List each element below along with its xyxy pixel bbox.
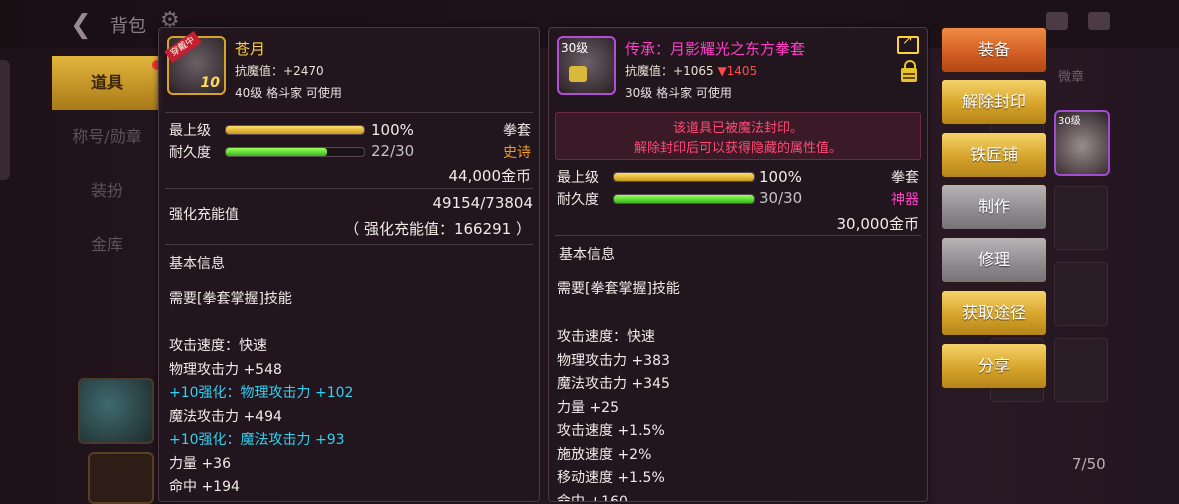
item-name: 苍月 [235,40,266,58]
stat-line: 魔法攻击力 +345 [557,376,670,392]
item-level-tag: 30级 [561,41,589,55]
grade-bar [613,172,755,182]
stat-line: 魔法攻击力 +494 [169,408,282,425]
basic-info-title: 基本信息 [169,256,225,272]
stat-line: 力量 +25 [557,399,619,416]
sidebar-item-items[interactable]: 道具 [52,56,162,110]
divider [165,112,533,113]
stat-line: 攻击速度 +1.5% [557,423,665,439]
stat-line: 移动速度 +1.5% [557,470,665,486]
compare-item-card: 30级 传承：月影耀光之东方拳套 抗魔值：+1065 ▼1405 30级 格斗家… [548,27,928,502]
divider [165,188,533,189]
item-type: 拳套 [503,123,531,139]
resist-value: +1065 [673,64,714,78]
stat-line: 物理攻击力 +548 [169,361,282,378]
requirement: 需要[拳套掌握]技能 [557,281,680,297]
blacksmith-button[interactable]: 铁匠铺 [941,132,1047,178]
side-handle[interactable] [0,60,10,180]
item-rarity: 神器 [891,192,919,208]
inventory-slot[interactable] [1054,262,1108,326]
share-button[interactable]: 分享 [941,343,1047,389]
resist-diff: ▼1405 [717,64,758,78]
divider [165,244,533,245]
charge-subvalue: （ 强化充能值：166291 ） [344,220,531,238]
durability-bar [225,147,365,157]
divider [555,235,921,236]
craft-button[interactable]: 制作 [941,184,1047,230]
shortcut-icon[interactable] [78,378,154,444]
sidebar-item-titles[interactable]: 称号/勋章 [52,110,162,164]
grade-label: 最上级 [557,170,599,186]
equipped-ribbon: 穿戴中 [164,30,202,64]
stat-line: 攻击速度：快速 [557,329,655,345]
shortcut-icon-2[interactable] [88,452,154,504]
stat-line: +10强化：物理攻击力 +102 [169,385,354,401]
bag-title: 背包 [110,16,146,37]
tab-emblem[interactable]: 微章 [1058,66,1084,85]
enhance-level: 10 [200,75,220,91]
repair-button[interactable]: 修理 [941,237,1047,283]
resist-label: 抗魔值： [625,64,674,78]
inventory-slot[interactable] [1054,186,1108,250]
item-rarity: 史诗 [503,145,531,161]
stat-line: 物理攻击力 +383 [557,352,670,369]
grade-label: 最上级 [169,123,211,139]
unseal-button[interactable]: 解除封印 [941,79,1047,125]
stat-line: 力量 +36 [169,455,231,472]
durability-label: 耐久度 [169,145,211,161]
obtain-route-button[interactable]: 获取途径 [941,290,1047,336]
grade-value: 100% [759,168,802,186]
item-price: 44,000金币 [448,167,532,185]
durability-value: 30/30 [759,189,803,207]
stat-line: 施放速度 +2% [557,446,652,463]
stat-line: +10强化：魔法攻击力 +93 [169,432,345,448]
seal-line-1: 该道具已被魔法封印。 [672,121,803,136]
seal-notice: 该道具已被魔法封印。 解除封印后可以获得隐藏的属性值。 [555,112,921,160]
item-icon: 30级 [557,36,616,95]
share-icon[interactable] [897,33,919,54]
charge-label: 强化充能值 [169,207,239,223]
resist-stat: 抗魔值：+1065 ▼1405 [625,62,757,79]
basic-info-title: 基本信息 [559,247,615,263]
resist-stat: 抗魔值：+2470 [235,62,324,79]
lock-icon [569,66,587,82]
durability-label: 耐久度 [557,192,599,208]
item-price: 30,000金币 [836,215,920,233]
stat-line: 命中 +160 [557,493,628,502]
requirement: 需要[拳套掌握]技能 [169,291,292,307]
charge-value: 49154/73804 [432,194,534,212]
resist-label: 抗魔值： [235,64,284,78]
sidebar-item-vault[interactable]: 金库 [52,218,162,272]
grade-bar [225,125,365,135]
sealed-lock-icon [901,60,917,82]
item-type: 拳套 [891,170,919,186]
item-name: 传承：月影耀光之东方拳套 [625,40,806,58]
item-meta: 40级 格斗家 可使用 [235,86,342,100]
slot-level: 30级 [1058,116,1081,127]
sidebar-item-avatar[interactable]: 装扮 [52,164,162,218]
inventory-slot[interactable] [1054,338,1108,402]
resist-value: +2470 [283,64,324,78]
equipped-item-card: 穿戴中 10 苍月 抗魔值：+2470 40级 格斗家 可使用 最上级 100%… [158,27,540,502]
inventory-slot-ring[interactable]: 30级 [1054,110,1110,176]
seal-line-2: 解除封印后可以获得隐藏的属性值。 [633,141,842,156]
inventory-count: 7/50 [1072,455,1106,473]
stat-line: 攻击速度：快速 [169,338,267,354]
item-icon: 穿戴中 10 [164,30,226,95]
durability-bar [613,194,755,204]
item-meta: 30级 格斗家 可使用 [625,86,732,100]
mail-icon[interactable] [1046,12,1068,30]
back-arrow-icon[interactable]: ❮ [70,10,92,40]
equip-button[interactable]: 装备 [941,27,1047,73]
stat-line: 命中 +194 [169,479,240,495]
durability-value: 22/30 [371,142,415,160]
grade-value: 100% [371,121,414,139]
chat-icon[interactable] [1088,12,1110,30]
